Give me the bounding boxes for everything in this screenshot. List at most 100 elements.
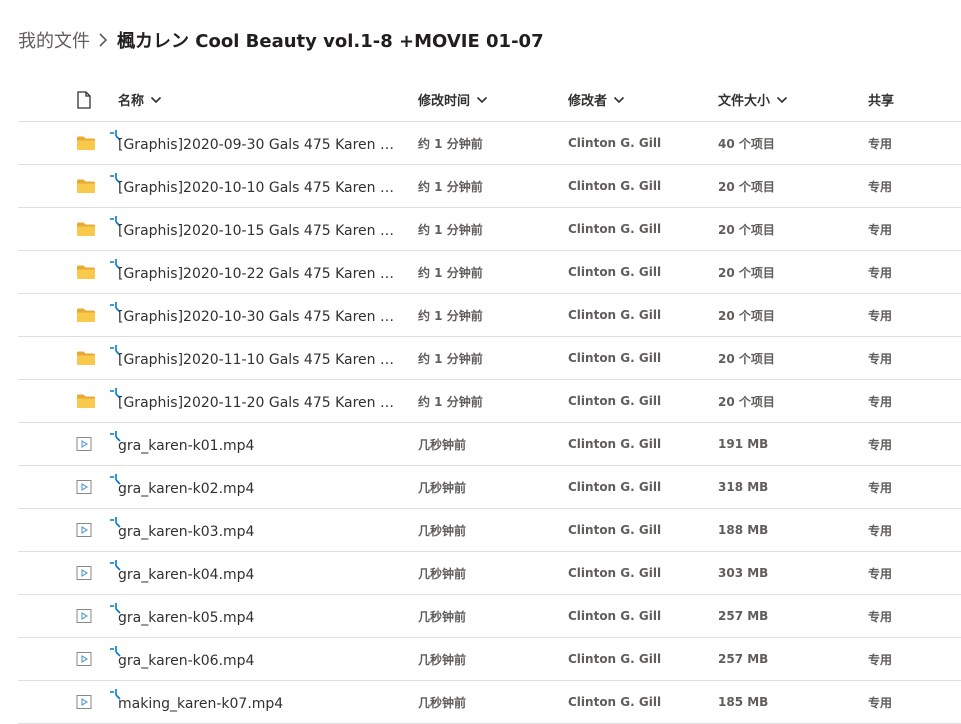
file-name-link[interactable]: gra_karen-k06.mp4: [118, 649, 254, 669]
file-name-cell[interactable]: gra_karen-k02.mp4: [104, 466, 406, 508]
sharing-cell[interactable]: 专用: [868, 638, 948, 680]
size-cell: 20 个项目: [718, 351, 775, 366]
breadcrumb-current-folder: 楓カレン Cool Beauty vol.1-8 +MOVIE 01-07: [117, 31, 544, 52]
sharing-cell[interactable]: 专用: [868, 165, 948, 207]
folder-icon[interactable]: [76, 337, 102, 379]
column-header-modified[interactable]: 修改时间: [418, 78, 558, 121]
file-row[interactable]: [Graphis]2020-10-30 Gals 475 Karen Kaede…: [18, 294, 961, 337]
folder-icon[interactable]: [76, 165, 102, 207]
sharing-cell[interactable]: 专用: [868, 337, 948, 379]
modified-by-cell: Clinton G. Gill: [568, 351, 662, 365]
file-name-cell[interactable]: [Graphis]2020-10-22 Gals 475 Karen Kaede…: [104, 251, 406, 293]
file-name-link[interactable]: [Graphis]2020-09-30 Gals 475 Karen Kaede…: [118, 133, 402, 153]
file-name-cell[interactable]: [Graphis]2020-10-30 Gals 475 Karen Kaede…: [104, 294, 406, 336]
file-name-link[interactable]: [Graphis]2020-10-22 Gals 475 Karen Kaede…: [118, 262, 402, 282]
modified-by-cell: Clinton G. Gill: [568, 480, 662, 494]
file-name-cell[interactable]: gra_karen-k01.mp4: [104, 423, 406, 465]
video-file-icon[interactable]: [76, 509, 102, 551]
sharing-cell[interactable]: 专用: [868, 509, 948, 551]
breadcrumb-root-link[interactable]: 我的文件: [18, 27, 90, 53]
file-name-link[interactable]: [Graphis]2020-11-20 Gals 475 Karen Kaede…: [118, 391, 402, 411]
column-header-sharing[interactable]: 共享: [868, 78, 948, 121]
modified-by-cell: Clinton G. Gill: [568, 566, 662, 580]
video-file-icon[interactable]: [76, 595, 102, 637]
file-row[interactable]: gra_karen-k01.mp4 几秒钟前 Clinton G. Gill 191 …: [18, 423, 961, 466]
file-name-link[interactable]: gra_karen-k04.mp4: [118, 563, 254, 583]
folder-icon[interactable]: [76, 251, 102, 293]
video-file-icon[interactable]: [76, 466, 102, 508]
file-name-link[interactable]: gra_karen-k03.mp4: [118, 520, 254, 540]
sharing-cell[interactable]: 专用: [868, 208, 948, 250]
file-row[interactable]: [Graphis]2020-11-20 Gals 475 Karen Kaede…: [18, 380, 961, 423]
file-name-link[interactable]: [Graphis]2020-11-10 Gals 475 Karen Kaede…: [118, 348, 402, 368]
modified-by-cell: Clinton G. Gill: [568, 222, 662, 236]
sharing-cell[interactable]: 专用: [868, 466, 948, 508]
modified-by-cell: Clinton G. Gill: [568, 265, 662, 279]
file-name-cell[interactable]: [Graphis]2020-09-30 Gals 475 Karen Kaede…: [104, 122, 406, 164]
file-name-link[interactable]: gra_karen-k01.mp4: [118, 434, 254, 454]
file-row[interactable]: gra_karen-k03.mp4 几秒钟前 Clinton G. Gill 188 …: [18, 509, 961, 552]
file-name-cell[interactable]: [Graphis]2020-10-10 Gals 475 Karen Kaede…: [104, 165, 406, 207]
file-row[interactable]: making_karen-k07.mp4 几秒钟前 Clinton G. Gill 1…: [18, 681, 961, 724]
file-name-link[interactable]: [Graphis]2020-10-10 Gals 475 Karen Kaede…: [118, 176, 402, 196]
sharing-cell[interactable]: 专用: [868, 122, 948, 164]
file-name-link[interactable]: [Graphis]2020-10-15 Gals 475 Karen Kaede…: [118, 219, 402, 239]
file-name-cell[interactable]: gra_karen-k03.mp4: [104, 509, 406, 551]
file-row[interactable]: gra_karen-k02.mp4 几秒钟前 Clinton G. Gill 318 …: [18, 466, 961, 509]
sharing-cell[interactable]: 专用: [868, 423, 948, 465]
modified-cell: 几秒钟前: [418, 480, 467, 495]
column-header-name[interactable]: 名称: [118, 78, 420, 121]
modified-by-cell: Clinton G. Gill: [568, 136, 662, 150]
file-name-link[interactable]: gra_karen-k02.mp4: [118, 477, 254, 497]
modified-cell: 几秒钟前: [418, 609, 467, 624]
file-row[interactable]: [Graphis]2020-09-30 Gals 475 Karen Kaede…: [18, 122, 961, 165]
size-cell: 20 个项目: [718, 179, 775, 194]
folder-icon[interactable]: [76, 122, 102, 164]
modified-cell: 约 1 分钟前: [418, 351, 483, 366]
file-name-link[interactable]: gra_karen-k05.mp4: [118, 606, 254, 626]
modified-by-cell: Clinton G. Gill: [568, 394, 662, 408]
file-name-cell[interactable]: gra_karen-k05.mp4: [104, 595, 406, 637]
file-name-link[interactable]: [Graphis]2020-10-30 Gals 475 Karen Kaede…: [118, 305, 402, 325]
video-file-icon[interactable]: [76, 423, 102, 465]
chevron-down-icon: [476, 96, 488, 103]
modified-by-cell: Clinton G. Gill: [568, 523, 662, 537]
sharing-cell[interactable]: 专用: [868, 595, 948, 637]
modified-cell: 几秒钟前: [418, 437, 467, 452]
file-name-cell[interactable]: gra_karen-k04.mp4: [104, 552, 406, 594]
sharing-cell[interactable]: 专用: [868, 251, 948, 293]
modified-cell: 几秒钟前: [418, 652, 467, 667]
column-header-modified-by[interactable]: 修改者: [568, 78, 708, 121]
chevron-down-icon: [150, 96, 162, 103]
file-row[interactable]: [Graphis]2020-10-22 Gals 475 Karen Kaede…: [18, 251, 961, 294]
file-row[interactable]: gra_karen-k06.mp4 几秒钟前 Clinton G. Gill 257 …: [18, 638, 961, 681]
sharing-cell[interactable]: 专用: [868, 380, 948, 422]
sharing-cell[interactable]: 专用: [868, 552, 948, 594]
file-name-cell[interactable]: [Graphis]2020-10-15 Gals 475 Karen Kaede…: [104, 208, 406, 250]
modified-cell: 约 1 分钟前: [418, 179, 483, 194]
file-type-header-icon[interactable]: [76, 78, 102, 121]
file-row[interactable]: gra_karen-k05.mp4 几秒钟前 Clinton G. Gill 257 …: [18, 595, 961, 638]
file-row[interactable]: gra_karen-k04.mp4 几秒钟前 Clinton G. Gill 303 …: [18, 552, 961, 595]
file-name-cell[interactable]: [Graphis]2020-11-20 Gals 475 Karen Kaede…: [104, 380, 406, 422]
file-name-cell[interactable]: [Graphis]2020-11-10 Gals 475 Karen Kaede…: [104, 337, 406, 379]
modified-cell: 约 1 分钟前: [418, 136, 483, 151]
chevron-down-icon: [776, 96, 788, 103]
video-file-icon[interactable]: [76, 552, 102, 594]
file-rows: [Graphis]2020-09-30 Gals 475 Karen Kaede…: [18, 122, 961, 724]
modified-cell: 约 1 分钟前: [418, 222, 483, 237]
folder-icon[interactable]: [76, 208, 102, 250]
column-header-modified-label: 修改时间: [418, 94, 471, 109]
folder-icon[interactable]: [76, 380, 102, 422]
file-row[interactable]: [Graphis]2020-10-15 Gals 475 Karen Kaede…: [18, 208, 961, 251]
file-name-cell[interactable]: gra_karen-k06.mp4: [104, 638, 406, 680]
file-row[interactable]: [Graphis]2020-11-10 Gals 475 Karen Kaede…: [18, 337, 961, 380]
file-name-link[interactable]: making_karen-k07.mp4: [118, 692, 283, 712]
sharing-cell[interactable]: 专用: [868, 294, 948, 336]
file-row[interactable]: [Graphis]2020-10-10 Gals 475 Karen Kaede…: [18, 165, 961, 208]
column-header-size[interactable]: 文件大小: [718, 78, 858, 121]
folder-icon[interactable]: [76, 294, 102, 336]
size-cell: 303 MB: [718, 566, 769, 580]
modified-cell: 约 1 分钟前: [418, 308, 483, 323]
video-file-icon[interactable]: [76, 638, 102, 680]
